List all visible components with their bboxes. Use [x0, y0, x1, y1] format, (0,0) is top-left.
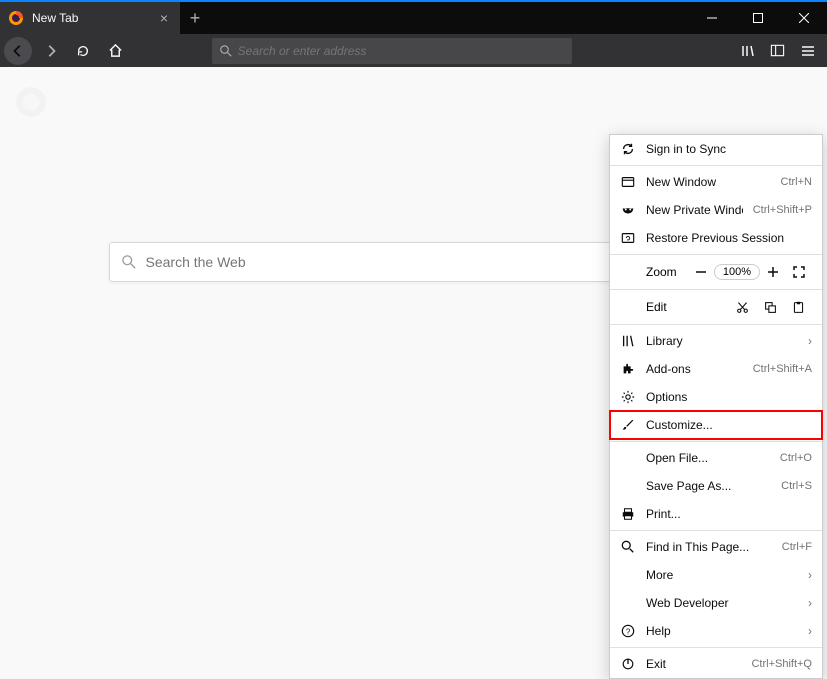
menu-edit-row: Edit	[610, 292, 822, 322]
menu-save-as[interactable]: Save Page As... Ctrl+S	[610, 472, 822, 500]
paste-button[interactable]	[784, 296, 812, 318]
menu-shortcut: Ctrl+Shift+A	[753, 363, 812, 375]
zoom-out-button[interactable]	[688, 261, 714, 283]
fullscreen-button[interactable]	[786, 261, 812, 283]
menu-restore-session[interactable]: Restore Previous Session	[610, 224, 822, 252]
edit-label: Edit	[620, 300, 728, 314]
menu-label: New Window	[646, 175, 771, 189]
menu-label: Library	[646, 334, 798, 348]
sync-icon	[620, 141, 636, 157]
menu-web-developer[interactable]: Web Developer ›	[610, 589, 822, 617]
tab-close-button[interactable]: ×	[156, 10, 172, 26]
chevron-right-icon: ›	[808, 596, 812, 610]
forward-button[interactable]	[36, 37, 66, 65]
menu-label: Exit	[646, 657, 741, 671]
back-button[interactable]	[4, 37, 32, 65]
search-icon	[122, 255, 136, 269]
chevron-right-icon: ›	[808, 624, 812, 638]
menu-label: Add-ons	[646, 362, 743, 376]
navbar	[0, 34, 827, 67]
menu-find[interactable]: Find in This Page... Ctrl+F	[610, 533, 822, 561]
menu-library[interactable]: Library ›	[610, 327, 822, 355]
firefox-favicon	[8, 10, 24, 26]
puzzle-icon	[620, 361, 636, 377]
menu-shortcut: Ctrl+S	[781, 480, 812, 492]
restore-icon	[620, 230, 636, 246]
help-icon: ?	[620, 623, 636, 639]
menu-label: Restore Previous Session	[646, 231, 812, 245]
menu-help[interactable]: ? Help ›	[610, 617, 822, 645]
app-menu: Sign in to Sync New Window Ctrl+N New Pr…	[609, 134, 823, 679]
menu-addons[interactable]: Add-ons Ctrl+Shift+A	[610, 355, 822, 383]
menu-label: Open File...	[646, 451, 770, 465]
browser-tab[interactable]: New Tab ×	[0, 2, 180, 34]
reload-button[interactable]	[68, 37, 98, 65]
zoom-in-button[interactable]	[760, 261, 786, 283]
menu-label: Help	[646, 624, 798, 638]
chevron-right-icon: ›	[808, 334, 812, 348]
menu-label: Print...	[646, 507, 812, 521]
cut-button[interactable]	[728, 296, 756, 318]
menu-shortcut: Ctrl+O	[780, 452, 812, 464]
menu-options[interactable]: Options	[610, 383, 822, 411]
page-content: Sign in to Sync New Window Ctrl+N New Pr…	[0, 67, 827, 505]
mask-icon	[620, 202, 636, 218]
window-close-button[interactable]	[781, 2, 827, 34]
menu-open-file[interactable]: Open File... Ctrl+O	[610, 444, 822, 472]
menu-label: Sign in to Sync	[646, 142, 812, 156]
window-icon	[620, 174, 636, 190]
menu-label: Options	[646, 390, 812, 404]
menu-label: New Private Window	[646, 203, 743, 217]
zoom-label: Zoom	[620, 265, 688, 279]
menu-label: Customize...	[646, 418, 812, 432]
menu-label: Web Developer	[646, 596, 798, 610]
search-icon	[620, 539, 636, 555]
search-icon	[220, 45, 232, 57]
gear-icon	[620, 389, 636, 405]
firefox-watermark-icon	[14, 85, 48, 119]
url-bar[interactable]	[212, 38, 572, 64]
menu-label: Find in This Page...	[646, 540, 772, 554]
menu-print[interactable]: Print...	[610, 500, 822, 528]
url-input[interactable]	[238, 44, 564, 58]
menu-signin[interactable]: Sign in to Sync	[610, 135, 822, 163]
menu-shortcut: Ctrl+F	[782, 541, 812, 553]
menu-exit[interactable]: Exit Ctrl+Shift+Q	[610, 650, 822, 678]
paintbrush-icon	[620, 417, 636, 433]
svg-text:?: ?	[626, 628, 631, 637]
menu-label: Save Page As...	[646, 479, 771, 493]
new-tab-button[interactable]: +	[180, 2, 210, 34]
menu-private-window[interactable]: New Private Window Ctrl+Shift+P	[610, 196, 822, 224]
tab-title: New Tab	[32, 11, 148, 25]
window-minimize-button[interactable]	[689, 2, 735, 34]
menu-zoom-row: Zoom 100%	[610, 257, 822, 287]
menu-shortcut: Ctrl+Shift+P	[753, 204, 812, 216]
library-icon	[620, 333, 636, 349]
menu-shortcut: Ctrl+N	[781, 176, 812, 188]
home-button[interactable]	[100, 37, 130, 65]
copy-button[interactable]	[756, 296, 784, 318]
chevron-right-icon: ›	[808, 568, 812, 582]
zoom-value[interactable]: 100%	[714, 264, 760, 280]
menu-new-window[interactable]: New Window Ctrl+N	[610, 168, 822, 196]
sidebar-button[interactable]	[763, 37, 793, 65]
menu-customize[interactable]: Customize...	[610, 411, 822, 439]
menu-label: More	[646, 568, 798, 582]
print-icon	[620, 506, 636, 522]
hamburger-menu-button[interactable]	[793, 37, 823, 65]
window-maximize-button[interactable]	[735, 2, 781, 34]
library-button[interactable]	[733, 37, 763, 65]
power-icon	[620, 656, 636, 672]
menu-more[interactable]: More ›	[610, 561, 822, 589]
titlebar: New Tab × +	[0, 0, 827, 34]
menu-shortcut: Ctrl+Shift+Q	[751, 658, 812, 670]
